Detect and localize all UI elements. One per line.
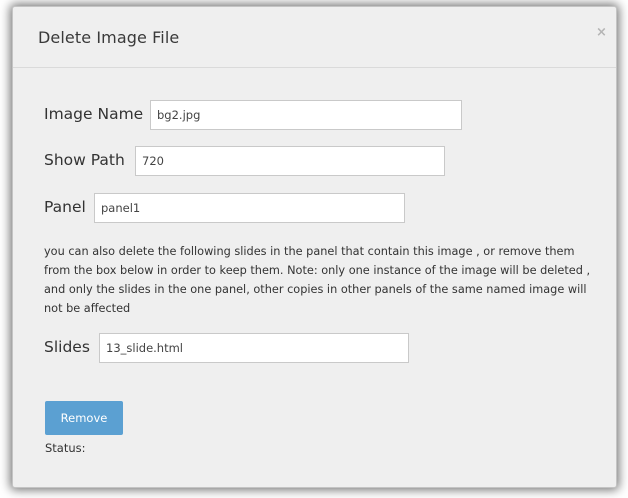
dialog-title: Delete Image File	[38, 28, 180, 47]
image-name-input[interactable]	[150, 100, 462, 130]
dialog-header: Delete Image File ×	[13, 7, 616, 68]
status-label: Status:	[45, 441, 86, 455]
description-text: you can also delete the following slides…	[44, 245, 591, 315]
show-path-input[interactable]	[135, 146, 445, 176]
image-name-label: Image Name	[44, 105, 144, 123]
slides-label: Slides	[44, 338, 90, 356]
panel-input[interactable]	[94, 193, 405, 223]
show-path-label: Show Path	[44, 151, 125, 169]
remove-button[interactable]: Remove	[45, 401, 123, 435]
panel-label: Panel	[44, 198, 86, 216]
delete-image-dialog: Delete Image File × Image Name Show Path…	[12, 6, 617, 488]
close-icon[interactable]: ×	[596, 25, 607, 40]
slides-input[interactable]	[99, 333, 409, 363]
